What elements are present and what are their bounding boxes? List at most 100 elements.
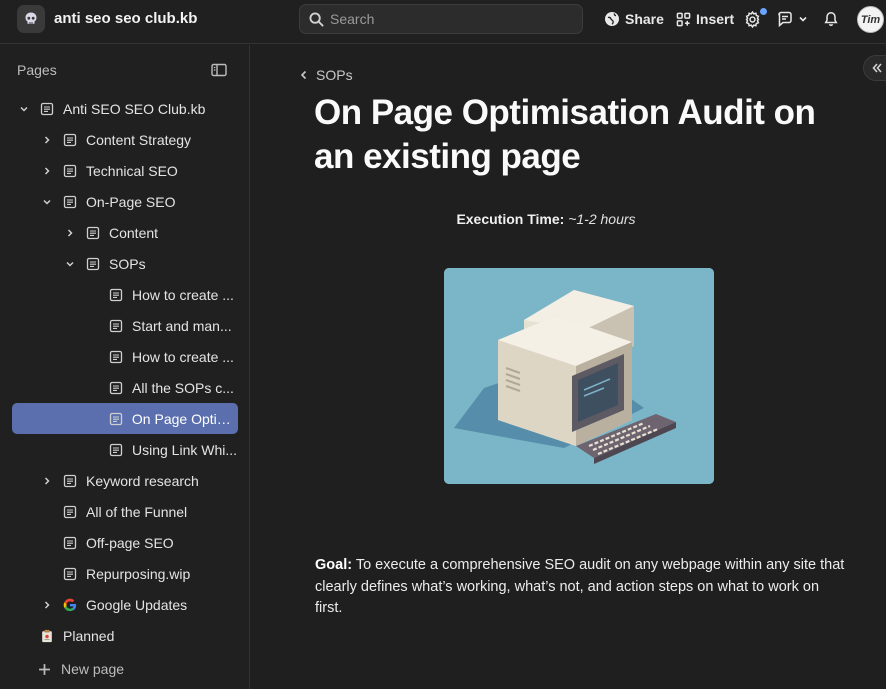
comment-icon bbox=[778, 11, 792, 27]
sidebar-item[interactable]: On Page Optimis bbox=[12, 403, 238, 434]
sidebar-item-label: Content bbox=[109, 224, 159, 241]
top-bar: anti seo seo club.kb Share Insert bbox=[0, 0, 886, 44]
page-icon bbox=[109, 381, 123, 395]
page-icon bbox=[63, 164, 77, 178]
sidebar-item-label: On-Page SEO bbox=[86, 193, 176, 210]
page-icon bbox=[109, 288, 123, 302]
sidebar-item[interactable]: All the SOPs c... bbox=[86, 372, 238, 403]
chevron-down-icon[interactable] bbox=[63, 257, 77, 271]
sidebar-item[interactable]: How to create ... bbox=[86, 341, 238, 372]
page-icon bbox=[109, 350, 123, 364]
google-icon bbox=[63, 598, 77, 612]
goal-paragraph: Goal: To execute a comprehensive SEO aud… bbox=[315, 555, 845, 620]
chevron-down-icon[interactable] bbox=[17, 102, 31, 116]
search-input[interactable] bbox=[330, 11, 560, 27]
workspace-name[interactable]: anti seo seo club.kb bbox=[54, 10, 197, 27]
sidebar-heading: Pages bbox=[17, 62, 57, 78]
hero-image bbox=[444, 268, 714, 484]
double-chevron-left-icon bbox=[872, 63, 882, 73]
retro-computer-illustration bbox=[444, 268, 714, 484]
sidebar-item[interactable]: SOPs bbox=[63, 248, 238, 279]
page-icon bbox=[40, 102, 54, 116]
execution-time-value: ~1-2 hours bbox=[568, 211, 636, 227]
execution-time: Execution Time: ~1-2 hours bbox=[251, 211, 841, 227]
sidebar-item-label: Google Updates bbox=[86, 596, 188, 613]
share-label: Share bbox=[625, 11, 664, 27]
page-icon bbox=[63, 133, 77, 147]
notification-dot bbox=[760, 8, 767, 15]
sidebar-item[interactable]: Repurposing.wip bbox=[40, 558, 238, 589]
comments-menu-button[interactable] bbox=[777, 9, 808, 29]
sidebar-item[interactable]: Content bbox=[63, 217, 238, 248]
sidebar-item[interactable]: On-Page SEO bbox=[40, 186, 238, 217]
sidebar-item[interactable]: Start and man... bbox=[86, 310, 238, 341]
insert-label: Insert bbox=[696, 11, 735, 27]
chevron-down-icon bbox=[799, 16, 807, 22]
sidebar-panel-icon bbox=[211, 63, 227, 77]
sidebar: Pages Anti SEO SEO Club.kb Content Strate… bbox=[0, 45, 250, 689]
sidebar-item-label: Planned bbox=[63, 627, 115, 644]
settings-button[interactable] bbox=[744, 9, 761, 29]
workspace-logo[interactable] bbox=[17, 5, 45, 33]
sidebar-item[interactable]: Anti SEO SEO Club.kb bbox=[17, 93, 238, 124]
chevron-left-icon bbox=[300, 70, 307, 80]
page-icon bbox=[109, 443, 123, 457]
page-icon bbox=[86, 257, 100, 271]
chevron-down-icon[interactable] bbox=[40, 195, 54, 209]
plus-icon bbox=[39, 663, 50, 675]
page-icon bbox=[63, 195, 77, 209]
sidebar-item[interactable]: Using Link Whi... bbox=[86, 434, 238, 465]
breadcrumb[interactable]: SOPs bbox=[300, 67, 353, 83]
insert-button[interactable]: Insert bbox=[676, 9, 734, 29]
sidebar-item[interactable]: Google Updates bbox=[40, 589, 238, 620]
goal-text: To execute a comprehensive SEO audit on … bbox=[315, 557, 845, 616]
breadcrumb-label: SOPs bbox=[316, 67, 353, 83]
page-icon bbox=[86, 226, 100, 240]
sidebar-item-label: How to create ... bbox=[132, 348, 234, 365]
sidebar-item[interactable]: Content Strategy bbox=[40, 124, 238, 155]
collapse-panel-button[interactable] bbox=[863, 55, 886, 81]
chevron-right-icon[interactable] bbox=[40, 474, 54, 488]
sidebar-toggle-button[interactable] bbox=[211, 63, 227, 82]
clipboard-icon bbox=[40, 629, 54, 643]
avatar[interactable]: Tim bbox=[857, 6, 884, 33]
sidebar-item[interactable]: How to create ... bbox=[86, 279, 238, 310]
page-title: On Page Optimisation Audit on an existin… bbox=[314, 93, 816, 176]
bell-icon bbox=[824, 12, 838, 27]
page-icon bbox=[63, 505, 77, 519]
sidebar-item-label: SOPs bbox=[109, 255, 146, 272]
page-icon bbox=[63, 536, 77, 550]
page-icon bbox=[63, 474, 77, 488]
gear-icon bbox=[745, 10, 760, 28]
sidebar-item-label: Content Strategy bbox=[86, 131, 192, 148]
chevron-right-icon[interactable] bbox=[40, 598, 54, 612]
sidebar-item[interactable]: All of the Funnel bbox=[40, 496, 238, 527]
execution-time-label: Execution Time: bbox=[456, 211, 565, 227]
notifications-button[interactable] bbox=[823, 9, 839, 29]
search-box[interactable] bbox=[299, 4, 583, 34]
share-button[interactable]: Share bbox=[604, 9, 664, 29]
new-page-button[interactable]: New page bbox=[38, 661, 124, 677]
goal-label: Goal: bbox=[315, 557, 353, 573]
page-icon bbox=[109, 412, 123, 426]
chevron-right-icon[interactable] bbox=[40, 164, 54, 178]
sidebar-item[interactable]: Planned bbox=[17, 620, 238, 651]
chevron-right-icon[interactable] bbox=[40, 133, 54, 147]
sidebar-item[interactable]: Off-page SEO bbox=[40, 527, 238, 558]
sidebar-item-label: How to create ... bbox=[132, 286, 234, 303]
sidebar-item[interactable]: Technical SEO bbox=[40, 155, 238, 186]
sidebar-item-label: All the SOPs c... bbox=[132, 379, 234, 396]
sidebar-item-label: All of the Funnel bbox=[86, 503, 188, 520]
chevron-right-icon[interactable] bbox=[63, 226, 77, 240]
sidebar-item[interactable]: Keyword research bbox=[40, 465, 238, 496]
